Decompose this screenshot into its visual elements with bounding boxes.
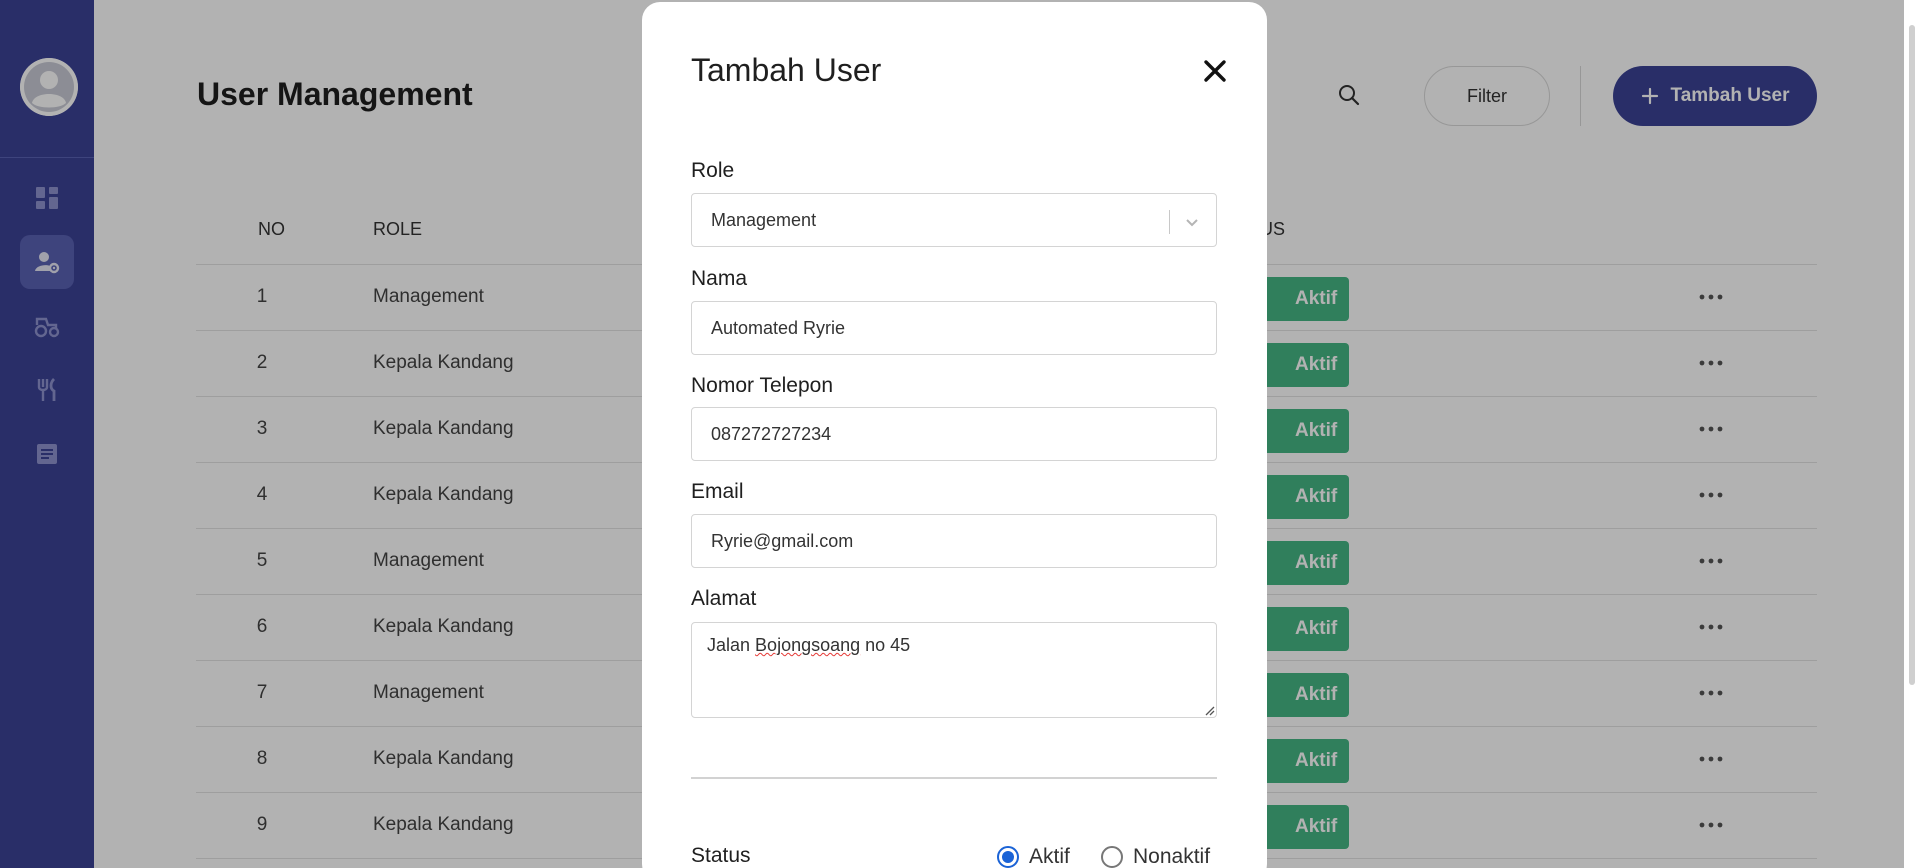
alamat-text-misspelled: Bojongsoang: [755, 635, 861, 655]
scrollbar-thumb[interactable]: [1909, 25, 1915, 685]
telepon-input-value: 087272727234: [711, 423, 832, 444]
select-separator: [1169, 210, 1170, 234]
add-user-modal: Tambah User Role Management Nama Automat…: [642, 2, 1267, 868]
radio-aktif-label: Aktif: [1029, 845, 1070, 868]
alamat-label: Alamat: [691, 587, 757, 610]
nama-input[interactable]: Automated Ryrie: [691, 301, 1217, 355]
form-divider: [691, 777, 1217, 779]
radio-unchecked-icon: [1101, 846, 1123, 868]
page-scrollbar[interactable]: [1904, 0, 1920, 868]
nama-input-value: Automated Ryrie: [711, 317, 846, 338]
role-select-value: Management: [711, 209, 817, 230]
role-label: Role: [691, 159, 735, 182]
email-label: Email: [691, 480, 744, 503]
radio-nonaktif-label: Nonaktif: [1133, 845, 1211, 868]
status-label: Status: [691, 844, 751, 867]
email-input-value: Ryrie@gmail.com: [711, 530, 854, 551]
email-input[interactable]: Ryrie@gmail.com: [691, 514, 1217, 568]
radio-checked-icon: [997, 846, 1019, 868]
telepon-input[interactable]: 087272727234: [691, 407, 1217, 461]
telepon-label: Nomor Telepon: [691, 374, 834, 397]
nama-label: Nama: [691, 267, 748, 290]
close-icon: [1204, 60, 1226, 82]
alamat-text-pre: Jalan: [707, 635, 756, 655]
radio-nonaktif[interactable]: Nonaktif: [1101, 845, 1210, 868]
role-select[interactable]: Management: [691, 193, 1217, 247]
alamat-textarea[interactable]: Jalan Bojongsoang no 45: [691, 622, 1217, 718]
chevron-down-icon: [1186, 219, 1198, 227]
modal-title: Tambah User: [691, 52, 882, 88]
alamat-text-post: no 45: [860, 635, 911, 655]
radio-aktif[interactable]: Aktif: [997, 845, 1070, 868]
resize-grip-icon[interactable]: [1203, 704, 1215, 716]
close-button[interactable]: [1202, 58, 1228, 84]
